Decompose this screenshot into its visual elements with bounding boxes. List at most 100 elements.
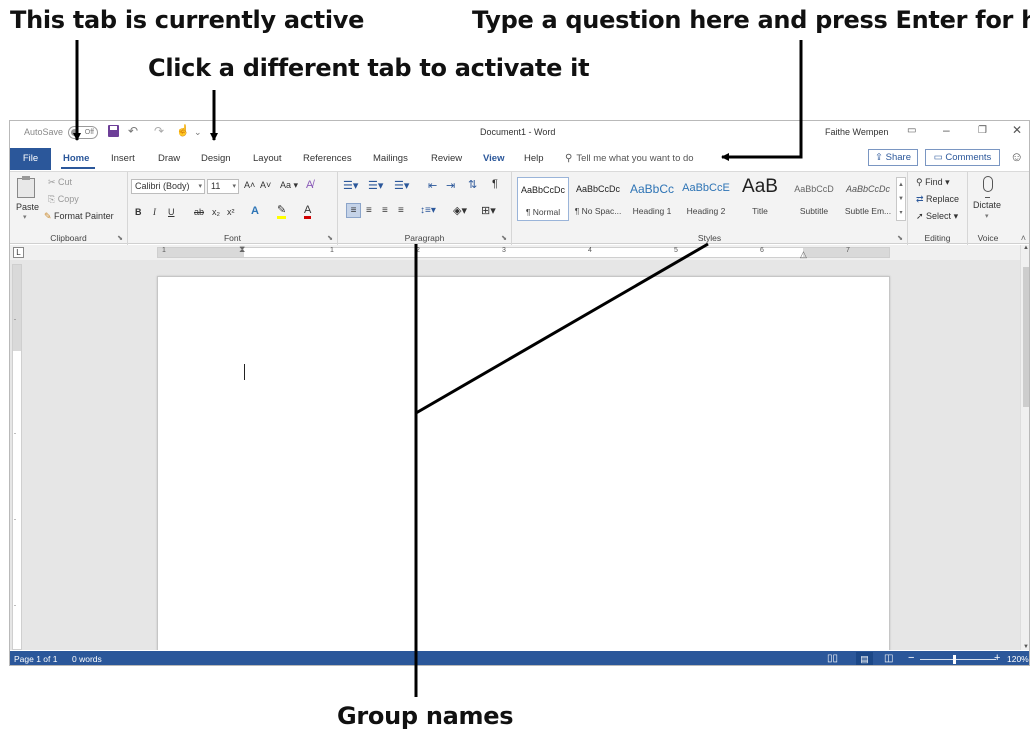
align-left-button[interactable]: ≡: [346, 203, 361, 218]
autosave-toggle[interactable]: Off: [68, 126, 98, 139]
vertical-scrollbar[interactable]: ▲ ▼: [1020, 245, 1029, 650]
print-layout-icon[interactable]: ▤: [856, 652, 873, 665]
smiley-icon[interactable]: ☺: [1010, 149, 1023, 164]
cut-button[interactable]: ✂ Cut: [48, 177, 72, 188]
underline-button[interactable]: U: [168, 207, 175, 217]
tab-home[interactable]: Home: [63, 153, 89, 164]
strikethrough-button[interactable]: ab: [194, 207, 204, 217]
shrink-font-button[interactable]: A˅: [260, 180, 271, 190]
replace-button[interactable]: ⇄ Replace: [916, 194, 959, 205]
paste-icon[interactable]: [17, 176, 35, 198]
chevron-down-icon[interactable]: ⌄: [194, 127, 202, 138]
font-size-combo[interactable]: 11 ▾: [207, 179, 239, 194]
tab-file[interactable]: File: [10, 148, 51, 170]
align-right-button[interactable]: ≡: [382, 205, 388, 216]
read-mode-icon[interactable]: ▯▯: [827, 653, 838, 664]
find-button[interactable]: ⚲ Find ▾: [916, 177, 950, 188]
dialog-launcher-icon[interactable]: ⬊: [897, 234, 903, 242]
increase-indent-button[interactable]: ⇥: [446, 179, 455, 192]
format-painter-button[interactable]: ✎ Format Painter: [44, 211, 114, 222]
dialog-launcher-icon[interactable]: ⬊: [327, 234, 333, 242]
italic-button[interactable]: I: [153, 207, 156, 217]
paste-button[interactable]: Paste: [16, 202, 39, 212]
scroll-up-icon[interactable]: ▲: [1023, 245, 1029, 251]
show-formatting-marks-button[interactable]: ¶: [492, 178, 498, 190]
bullets-button[interactable]: ☰▾: [343, 179, 358, 192]
tab-insert[interactable]: Insert: [111, 153, 135, 164]
redo-icon[interactable]: ↷: [154, 124, 164, 138]
zoom-slider[interactable]: [920, 659, 996, 660]
user-name[interactable]: Faithe Wempen: [825, 127, 888, 137]
touch-mode-icon[interactable]: ☝: [176, 124, 190, 137]
tab-draw[interactable]: Draw: [158, 153, 180, 164]
change-case-button[interactable]: Aa ▾: [280, 180, 298, 191]
page-count[interactable]: Page 1 of 1: [14, 654, 57, 664]
multilevel-list-button[interactable]: ☰▾: [394, 179, 409, 192]
style-title[interactable]: AaB Title: [734, 176, 786, 221]
highlight-color-button[interactable]: ✎: [277, 205, 287, 219]
scroll-down-icon[interactable]: ▼: [1023, 644, 1029, 650]
dictate-button[interactable]: Dictate: [973, 200, 1001, 210]
align-center-button[interactable]: ≡: [366, 205, 372, 216]
copy-button[interactable]: ⎘ Copy: [48, 194, 79, 205]
clear-formatting-icon[interactable]: A̸: [306, 179, 313, 191]
shading-button[interactable]: ◈▾: [453, 204, 467, 217]
styles-gallery-scroll[interactable]: ▲ ▼ ▾: [896, 177, 906, 221]
scrollbar-thumb[interactable]: [1023, 267, 1029, 407]
chevron-down-icon[interactable]: ▾: [985, 212, 989, 220]
save-icon[interactable]: [108, 125, 119, 137]
tab-view[interactable]: View: [483, 153, 504, 164]
comments-button[interactable]: ▭ Comments: [925, 149, 1000, 166]
close-icon[interactable]: ✕: [1012, 123, 1022, 137]
style-heading-1[interactable]: AaBbCc Heading 1: [626, 177, 678, 221]
style-subtle-emphasis[interactable]: AaBbCcDc Subtle Em...: [842, 177, 894, 221]
style-subtitle[interactable]: AaBbCcD Subtitle: [788, 177, 840, 221]
tab-help[interactable]: Help: [524, 153, 544, 164]
tab-design[interactable]: Design: [201, 153, 231, 164]
justify-button[interactable]: ≡: [398, 205, 404, 216]
zoom-slider-thumb[interactable]: [953, 655, 957, 664]
web-layout-icon[interactable]: ◫: [884, 653, 893, 664]
collapse-ribbon-icon[interactable]: ˄: [1021, 233, 1026, 243]
undo-icon[interactable]: ↶: [128, 124, 138, 138]
right-indent-marker-icon[interactable]: △: [800, 249, 807, 260]
restore-icon[interactable]: ❐: [978, 125, 987, 136]
tab-mailings[interactable]: Mailings: [373, 153, 408, 164]
indent-marker-icon[interactable]: ⧗: [239, 244, 245, 255]
zoom-in-button[interactable]: +: [994, 652, 1000, 664]
font-color-button[interactable]: A: [304, 205, 312, 219]
font-name-combo[interactable]: Calibri (Body) ▾: [131, 179, 205, 194]
decrease-indent-button[interactable]: ⇤: [428, 179, 437, 192]
borders-button[interactable]: ⊞▾: [481, 204, 496, 217]
microphone-icon[interactable]: [983, 176, 993, 198]
subscript-button[interactable]: x₂: [212, 207, 220, 217]
dialog-launcher-icon[interactable]: ⬊: [501, 234, 507, 242]
bold-button[interactable]: B: [135, 207, 142, 217]
numbering-button[interactable]: ☰▾: [368, 179, 383, 192]
vertical-ruler[interactable]: - - - -: [12, 264, 22, 650]
zoom-out-button[interactable]: −: [908, 652, 914, 664]
style-normal[interactable]: AaBbCcDc ¶ Normal: [517, 177, 569, 221]
style-no-spacing[interactable]: AaBbCcDc ¶ No Spac...: [572, 177, 624, 221]
tab-review[interactable]: Review: [431, 153, 462, 164]
minimize-icon[interactable]: –: [943, 123, 950, 137]
tab-layout[interactable]: Layout: [253, 153, 282, 164]
document-page[interactable]: [157, 276, 890, 650]
tab-stop-selector[interactable]: L: [13, 247, 24, 258]
word-count[interactable]: 0 words: [72, 654, 102, 664]
chevron-down-icon[interactable]: ▾: [23, 213, 27, 221]
zoom-level[interactable]: 120%: [1007, 654, 1029, 664]
sort-button[interactable]: ⇅: [468, 178, 477, 191]
text-effects-button[interactable]: A: [251, 205, 259, 217]
horizontal-ruler[interactable]: 1 1 2 3 4 5 6 7 ⧗ △: [157, 244, 890, 260]
ribbon-display-options-icon[interactable]: ▭: [907, 125, 916, 136]
line-spacing-button[interactable]: ↕≡▾: [420, 205, 436, 216]
tab-references[interactable]: References: [303, 153, 352, 164]
dialog-launcher-icon[interactable]: ⬊: [117, 234, 123, 242]
grow-font-button[interactable]: A˄: [244, 180, 255, 190]
superscript-button[interactable]: x²: [227, 207, 235, 217]
select-button[interactable]: ➚ Select ▾: [916, 211, 958, 222]
style-heading-2[interactable]: AaBbCcE Heading 2: [680, 177, 732, 221]
share-button[interactable]: ⇪ Share: [868, 149, 918, 166]
tell-me-search[interactable]: ⚲ Tell me what you want to do: [565, 151, 694, 167]
